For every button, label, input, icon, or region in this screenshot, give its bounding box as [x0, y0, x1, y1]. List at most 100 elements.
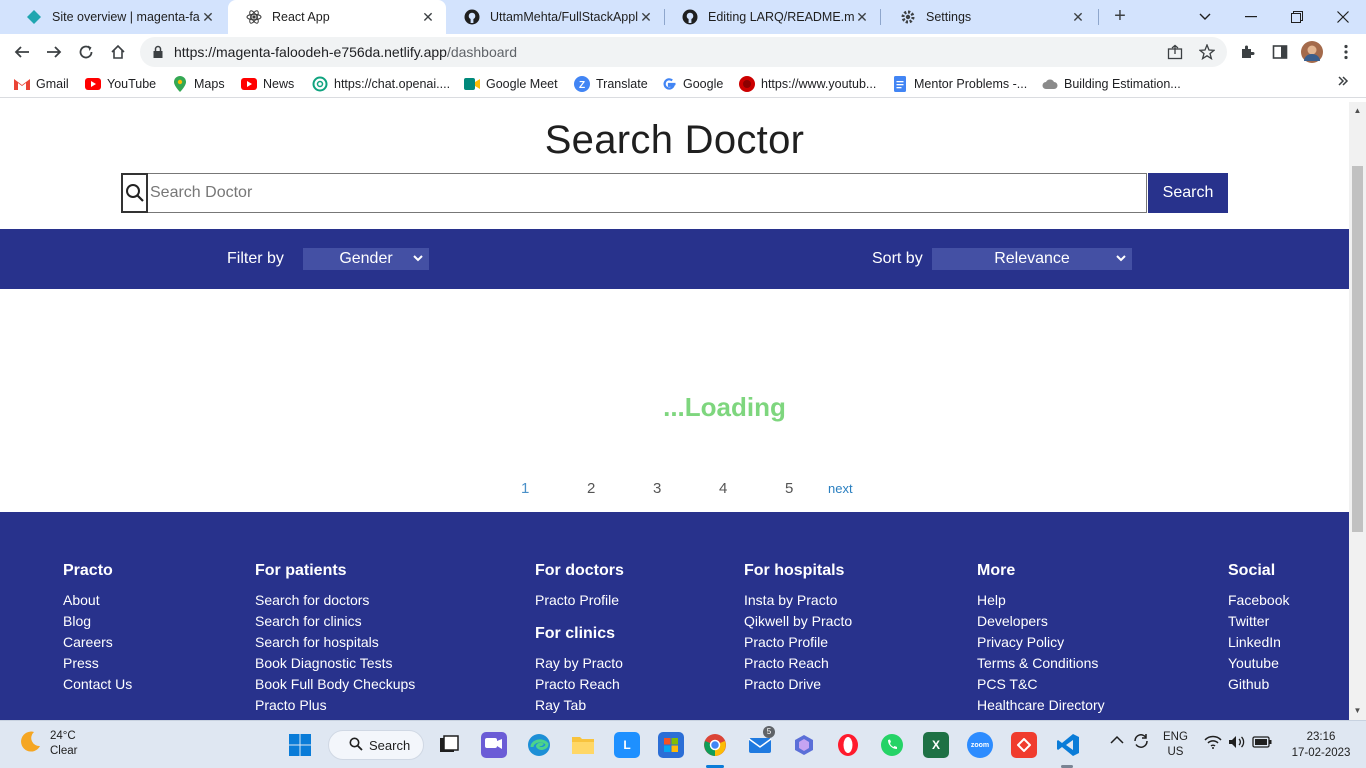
bookmark-translate[interactable]: Z Translate [574, 76, 648, 92]
sync-icon[interactable] [1132, 732, 1150, 753]
footer-link[interactable]: Terms & Conditions [977, 653, 1105, 674]
wifi-icon[interactable] [1204, 735, 1222, 752]
footer-link[interactable]: Facebook [1228, 590, 1289, 611]
next-page-link[interactable]: next [828, 481, 853, 496]
close-tab-icon[interactable]: ✕ [1070, 9, 1086, 26]
footer-link[interactable]: Practo Plus [255, 695, 415, 716]
chevron-up-icon[interactable] [1110, 734, 1124, 748]
footer-link[interactable]: Help [977, 590, 1105, 611]
footer-link[interactable]: Privacy Policy [977, 632, 1105, 653]
zoom-icon[interactable]: zoom [967, 732, 993, 758]
reload-icon[interactable] [74, 40, 98, 64]
scroll-up-arrow-icon[interactable]: ▲ [1353, 106, 1362, 115]
battery-icon[interactable] [1252, 736, 1272, 751]
footer-link[interactable]: Book Full Body Checkups [255, 674, 415, 695]
tab-site-overview[interactable]: Site overview | magenta-faloo ✕ [8, 0, 226, 34]
footer-link[interactable]: Practo Reach [744, 653, 852, 674]
file-explorer-icon[interactable] [570, 732, 596, 758]
tab-search-chevron-icon[interactable] [1182, 0, 1228, 34]
scrollbar-thumb[interactable] [1352, 166, 1363, 532]
extensions-icon[interactable] [1236, 40, 1260, 64]
scroll-down-arrow-icon[interactable]: ▼ [1353, 706, 1362, 715]
footer-link[interactable]: Search for hospitals [255, 632, 415, 653]
bookmark-maps[interactable]: Maps [172, 76, 225, 92]
forward-icon[interactable] [42, 40, 66, 64]
page-link-1[interactable]: 1 [521, 480, 529, 497]
tab-github-fullstack[interactable]: UttamMehta/FullStackApplic ✕ [446, 0, 664, 34]
system-clock[interactable]: 23:16 17-02-2023 [1286, 729, 1356, 761]
footer-link[interactable]: Practo Drive [744, 674, 852, 695]
footer-link[interactable]: Developers [977, 611, 1105, 632]
opera-icon[interactable] [835, 732, 861, 758]
l-app-icon[interactable]: L [614, 732, 640, 758]
bookmark-mentor-problems[interactable]: Mentor Problems -... [892, 76, 1027, 92]
footer-link[interactable]: Youtube [1228, 653, 1289, 674]
volume-icon[interactable] [1228, 735, 1246, 752]
microsoft-store-icon[interactable] [658, 732, 684, 758]
bookmark-google[interactable]: Google [661, 76, 723, 92]
footer-link[interactable]: Search for doctors [255, 590, 415, 611]
footer-link[interactable]: Ray by Practo [535, 653, 624, 674]
page-link-3[interactable]: 3 [653, 480, 661, 497]
tab-github-readme[interactable]: Editing LARQ/README.md at ✕ [664, 0, 880, 34]
footer-link[interactable]: Twitter [1228, 611, 1289, 632]
side-panel-icon[interactable] [1268, 40, 1292, 64]
edge-icon[interactable] [526, 732, 552, 758]
close-window-button[interactable] [1320, 0, 1366, 34]
footer-link[interactable]: Healthcare Directory [977, 695, 1105, 716]
minimize-button[interactable] [1228, 0, 1274, 34]
search-button[interactable]: Search [1148, 173, 1228, 213]
bookmark-gmail[interactable]: Gmail [14, 76, 69, 92]
gender-filter-select[interactable]: Gender [303, 248, 429, 270]
copilot-icon[interactable] [791, 732, 817, 758]
teams-chat-icon[interactable] [481, 732, 507, 758]
weather-widget[interactable]: 24°C Clear [18, 729, 77, 759]
footer-link[interactable]: Ray Tab [535, 695, 624, 716]
close-tab-icon[interactable]: ✕ [420, 9, 436, 26]
bookmark-star-icon[interactable] [1198, 43, 1216, 61]
lock-icon[interactable] [152, 45, 164, 64]
language-indicator[interactable]: ENG US [1163, 730, 1188, 760]
vscode-icon[interactable] [1055, 732, 1081, 758]
footer-link[interactable]: Practo Profile [744, 632, 852, 653]
sort-select[interactable]: Relevance [932, 248, 1132, 270]
chrome-icon[interactable] [702, 732, 728, 758]
footer-link[interactable]: Press [63, 653, 132, 674]
excel-icon[interactable]: X [923, 732, 949, 758]
bookmark-google-meet[interactable]: Google Meet [464, 76, 558, 92]
home-icon[interactable] [106, 40, 130, 64]
footer-link[interactable]: Contact Us [63, 674, 132, 695]
footer-link[interactable]: About [63, 590, 132, 611]
restore-button[interactable] [1274, 0, 1320, 34]
task-view-icon[interactable] [436, 732, 462, 758]
footer-link[interactable]: Insta by Practo [744, 590, 852, 611]
page-scrollbar[interactable]: ▲ ▼ [1349, 102, 1366, 720]
menu-kebab-icon[interactable] [1334, 40, 1358, 64]
page-link-5[interactable]: 5 [785, 480, 793, 497]
footer-link[interactable]: Blog [63, 611, 132, 632]
taskbar-search[interactable]: Search [328, 730, 424, 760]
address-bar[interactable]: https://magenta-faloodeh-e756da.netlify.… [140, 37, 1227, 67]
tab-react-app[interactable]: React App ✕ [228, 0, 446, 34]
close-tab-icon[interactable]: ✕ [200, 9, 216, 26]
more-bookmarks-icon[interactable] [1337, 75, 1349, 87]
bookmark-building-estimation[interactable]: Building Estimation... [1042, 76, 1181, 92]
footer-link[interactable]: Careers [63, 632, 132, 653]
search-doctor-input[interactable] [148, 173, 1147, 213]
footer-link[interactable]: Book Diagnostic Tests [255, 653, 415, 674]
footer-link[interactable]: Practo Reach [535, 674, 624, 695]
close-tab-icon[interactable]: ✕ [638, 9, 654, 26]
tab-settings[interactable]: Settings ✕ [882, 0, 1096, 34]
bookmark-youtube[interactable]: YouTube [85, 76, 156, 92]
footer-link[interactable]: Search for clinics [255, 611, 415, 632]
back-icon[interactable] [10, 40, 34, 64]
new-tab-button[interactable]: + [1108, 4, 1132, 28]
footer-link[interactable]: Practo Profile [535, 590, 624, 611]
bookmark-youtube-link[interactable]: https://www.youtub... [739, 76, 876, 92]
whatsapp-icon[interactable] [879, 732, 905, 758]
windows-start-icon[interactable] [287, 732, 313, 758]
anydesk-icon[interactable] [1011, 732, 1037, 758]
page-link-2[interactable]: 2 [587, 480, 595, 497]
page-link-4[interactable]: 4 [719, 480, 727, 497]
close-tab-icon[interactable]: ✕ [854, 9, 870, 26]
